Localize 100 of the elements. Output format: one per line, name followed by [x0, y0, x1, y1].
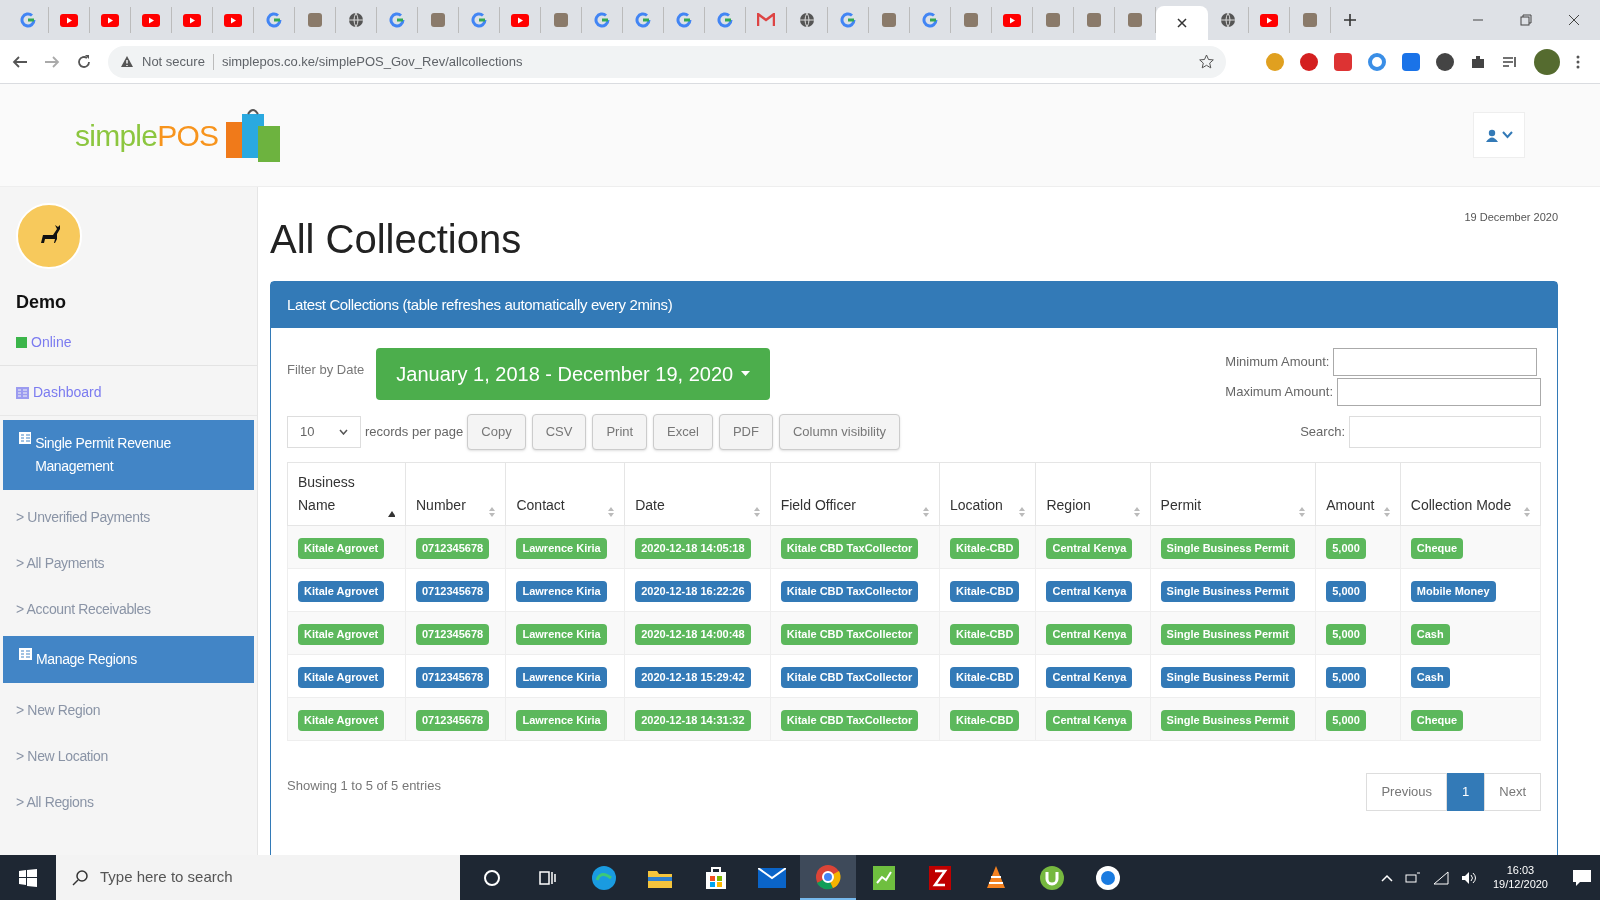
extension-icon[interactable] [1334, 52, 1352, 71]
sort-ascending-icon [388, 511, 395, 517]
pagination-button[interactable]: Previous [1366, 773, 1448, 811]
label-badge: 2020-12-18 14:31:32 [635, 710, 751, 731]
globe-icon [799, 12, 815, 28]
column-header[interactable]: Collection Mode [1400, 462, 1541, 526]
label-badge: Central Kenya [1046, 667, 1133, 688]
user-icon [1485, 128, 1498, 142]
chevron-down-icon [1501, 131, 1513, 139]
panel-header: Latest Collections (table refreshes automatically every 2mins) [271, 282, 1557, 328]
globe-icon [1220, 12, 1236, 28]
label-badge: Single Business Permit [1160, 624, 1295, 645]
label-badge: Kitale Agrovet [298, 581, 385, 602]
taskbar-search-field[interactable]: Type here to search [56, 855, 460, 900]
toolbar-button[interactable]: Column visibility [778, 414, 901, 450]
restore-icon[interactable] [1520, 14, 1532, 26]
column-header[interactable]: Field Officer [770, 462, 940, 526]
notifications-icon[interactable] [1572, 868, 1592, 887]
sidebar-section[interactable]: Single Permit Revenue Management [3, 420, 254, 490]
column-header[interactable]: Permit [1150, 462, 1316, 526]
label-badge: Kitale Agrovet [298, 710, 385, 731]
play-button-icon [101, 13, 119, 27]
pagination-button[interactable]: 1 [1447, 773, 1485, 811]
label-badge: Single Business Permit [1160, 581, 1295, 602]
close-icon[interactable] [1568, 14, 1580, 26]
column-header[interactable]: Location [939, 462, 1036, 526]
puzzle-icon[interactable] [1470, 53, 1486, 70]
reload-icon[interactable] [76, 53, 92, 70]
sidebar-subitem[interactable]: > All Regions [0, 779, 257, 825]
menu-icon[interactable] [1576, 53, 1580, 70]
sidebar-subitem[interactable]: > New Location [0, 733, 257, 779]
clock[interactable]: 16:03 19/12/2020 [1488, 863, 1552, 892]
taskbar-button[interactable] [800, 855, 856, 900]
toolbar-button[interactable]: Copy [467, 414, 526, 450]
google-icon [717, 12, 733, 28]
toolbar-button[interactable]: Excel [653, 414, 713, 450]
chevron-up-icon[interactable] [1380, 873, 1393, 882]
google-icon [635, 12, 651, 28]
label-badge: Kitale CBD TaxCollector [780, 667, 919, 688]
sidebar-subitem[interactable]: > Unverified Payments [0, 494, 257, 540]
label-badge: Kitale-CBD [949, 710, 1020, 731]
minimum-amount-field[interactable] [1333, 348, 1538, 376]
label-badge: Single Business Permit [1160, 710, 1295, 731]
label-badge: 2020-12-18 14:05:18 [635, 538, 751, 559]
play-button-icon [1260, 13, 1278, 27]
signal-icon[interactable] [1432, 870, 1449, 885]
column-header[interactable]: Date [624, 462, 771, 526]
toolbar-button[interactable]: CSV [531, 414, 587, 450]
extension-icon[interactable] [1436, 52, 1454, 71]
star-icon[interactable] [1199, 54, 1214, 69]
site-icon [1086, 12, 1102, 28]
label-badge: Kitale-CBD [949, 624, 1020, 645]
torrent-app-icon [1039, 864, 1065, 891]
column-header[interactable]: Amount [1315, 462, 1401, 526]
column-header[interactable]: Number [405, 462, 506, 526]
forward-icon[interactable] [44, 53, 60, 70]
column-header[interactable]: Contact [505, 462, 625, 526]
label-badge: Kitale Agrovet [298, 624, 385, 645]
site-icon [430, 12, 446, 28]
column-header[interactable]: Business Name [287, 462, 406, 526]
search-field[interactable] [1349, 416, 1541, 448]
label-badge: 5,000 [1326, 581, 1366, 602]
list-icon [16, 386, 29, 399]
close-icon[interactable] [1177, 18, 1187, 28]
label-badge: Lawrence Kiria [516, 581, 607, 602]
profile-avatar[interactable] [1534, 48, 1560, 75]
address-bar[interactable]: Not secure simplepos.co.ke/simplePOS_Gov_Rev/allcollections [108, 45, 1226, 78]
page-size-select[interactable]: 10 [287, 416, 361, 448]
sidebar-subitem[interactable]: > All Payments [0, 540, 257, 586]
sidebar-subitem[interactable]: > New Region [0, 687, 257, 733]
date-text: 19 December 2020 [1464, 210, 1558, 225]
label-badge: Lawrence Kiria [516, 667, 607, 688]
label-badge: Kitale CBD TaxCollector [780, 624, 919, 645]
ring-icon [483, 868, 501, 887]
shopping-bag-icon [704, 865, 728, 890]
date-range-button[interactable]: January 1, 2018 - December 19, 2020 [376, 348, 771, 400]
column-header[interactable]: Region [1035, 462, 1151, 526]
google-icon [266, 12, 282, 28]
back-icon[interactable] [12, 53, 28, 70]
label-badge: Central Kenya [1046, 538, 1133, 559]
user-menu-button[interactable] [1473, 112, 1525, 158]
extension-icon[interactable] [1402, 52, 1420, 71]
label-badge: 2020-12-18 16:22:26 [635, 581, 751, 602]
speaker-icon[interactable] [1460, 870, 1477, 885]
label-badge: Cheque [1410, 710, 1464, 731]
toolbar-button[interactable]: Print [592, 414, 648, 450]
network-icon[interactable] [1404, 870, 1421, 885]
pagination-button[interactable]: Next [1484, 773, 1541, 811]
url-text: simplepos.co.ke/simplePOS_Gov_Rev/allcollections [221, 52, 523, 71]
sidebar-link[interactable]: Dashboard [0, 370, 257, 416]
extension-icon[interactable] [1300, 52, 1318, 71]
sidebar-section[interactable]: Manage Regions [3, 636, 254, 683]
maximum-amount-field[interactable] [1337, 378, 1541, 406]
caret-icon [741, 371, 751, 377]
new-tab-icon[interactable] [1343, 13, 1357, 27]
logo-text: simplePOS [75, 117, 219, 154]
page-title: All Collections [270, 216, 522, 263]
status-text: Online [31, 333, 72, 352]
sidebar-subitem[interactable]: > Account Receivables [0, 586, 257, 632]
toolbar-button[interactable]: PDF [718, 414, 773, 450]
